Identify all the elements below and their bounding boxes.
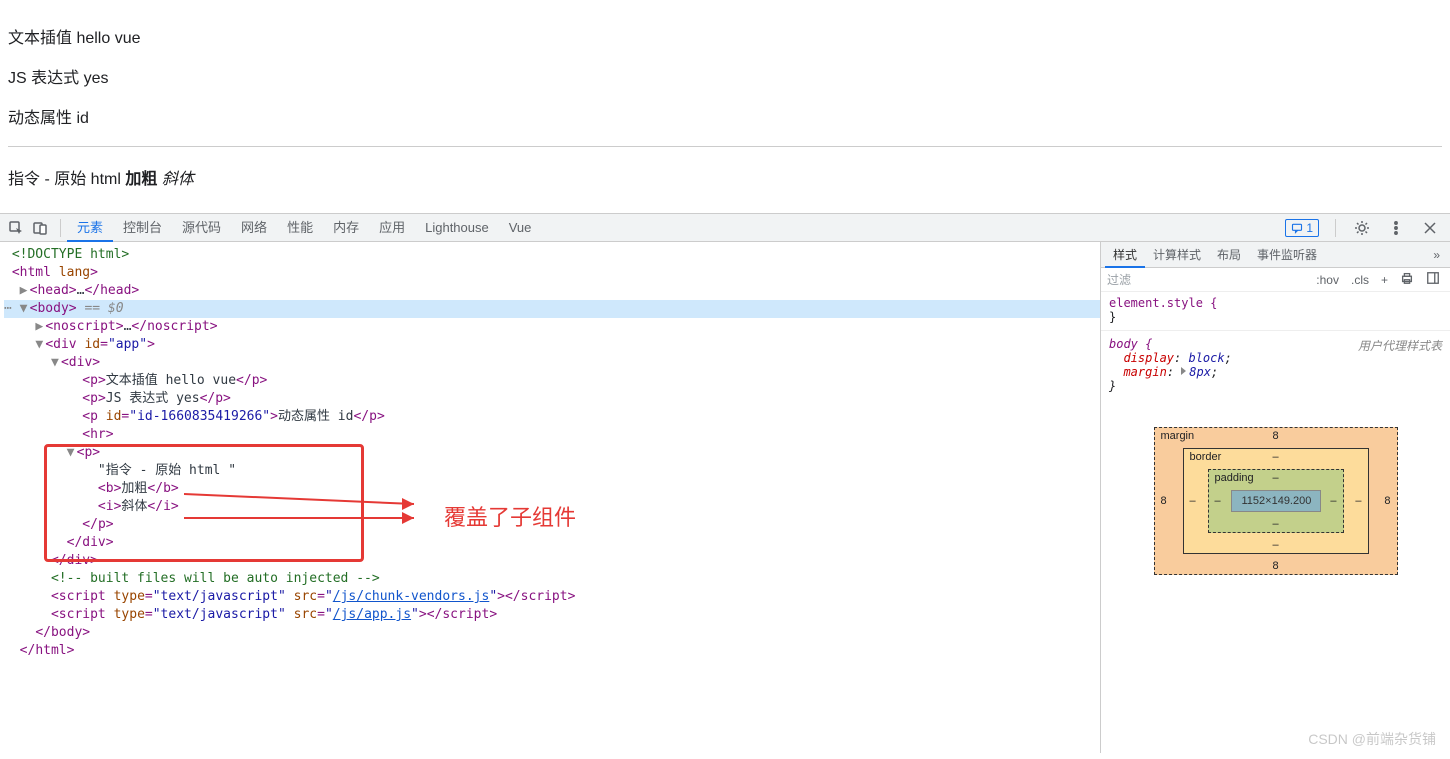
dom-b[interactable]: <b>加粗</b> — [4, 480, 1100, 498]
box-model[interactable]: margin 8 8 8 8 border ‒ ‒ ‒ ‒ padding — [1101, 397, 1450, 589]
tab-console[interactable]: 控制台 — [113, 214, 172, 242]
dom-div-inner[interactable]: ▼<div> — [4, 354, 1100, 372]
tab-elements[interactable]: 元素 — [67, 214, 113, 242]
dom-p3[interactable]: <p id="id-1660835419266">动态属性 id</p> — [4, 408, 1100, 426]
rule-margin[interactable]: margin: 8px; — [1109, 365, 1442, 379]
devtools-tabs: 元素 控制台 源代码 网络 性能 内存 应用 Lighthouse Vue — [67, 214, 1285, 242]
devtools-toolbar: 元素 控制台 源代码 网络 性能 内存 应用 Lighthouse Vue 1 — [0, 214, 1450, 242]
more-icon[interactable] — [1386, 218, 1406, 238]
highlighted-block: ▼<p> "指令 - 原始 html " <b>加粗</b> <i>斜体</i>… — [4, 444, 1100, 552]
dom-html-close[interactable]: </html> — [4, 642, 1100, 660]
toolbar-right: 1 — [1285, 218, 1444, 238]
bm-margin[interactable]: margin 8 8 8 8 border ‒ ‒ ‒ ‒ padding — [1154, 427, 1398, 575]
toolbar-separator — [60, 219, 61, 237]
tab-lighthouse[interactable]: Lighthouse — [415, 214, 499, 242]
tab-performance[interactable]: 性能 — [277, 214, 323, 242]
filter-input[interactable]: 过滤 — [1107, 271, 1308, 288]
rule-body[interactable]: 用户代理样式表body { — [1109, 337, 1442, 351]
line-dyn-attr: 动态属性 id — [8, 104, 1442, 128]
dom-p1[interactable]: <p>文本插值 hello vue</p> — [4, 372, 1100, 390]
devtools: 元素 控制台 源代码 网络 性能 内存 应用 Lighthouse Vue 1 — [0, 213, 1450, 753]
toolbar-separator-2 — [1335, 219, 1336, 237]
tab-sources[interactable]: 源代码 — [172, 214, 231, 242]
computed-toggle-icon[interactable] — [1422, 271, 1444, 288]
sub-tab-events[interactable]: 事件监听器 — [1249, 242, 1325, 268]
line-directive: 指令 - 原始 html 加粗 斜体 — [8, 165, 1442, 189]
dom-p2[interactable]: <p>JS 表达式 yes</p> — [4, 390, 1100, 408]
settings-icon[interactable] — [1352, 218, 1372, 238]
dom-comment[interactable]: <!-- built files will be auto injected -… — [4, 570, 1100, 588]
inspect-icon[interactable] — [6, 218, 26, 238]
new-rule-icon[interactable]: + — [1377, 273, 1392, 287]
styles-filter-row: 过滤 :hov .cls + — [1101, 268, 1450, 292]
tab-network[interactable]: 网络 — [231, 214, 277, 242]
bm-padding[interactable]: padding ‒ ‒ ‒ ‒ 1152×149.200 — [1208, 469, 1344, 533]
dom-html-open[interactable]: <html lang> — [4, 264, 1100, 282]
rendered-page: 文本插值 hello vue JS 表达式 yes 动态属性 id 指令 - 原… — [0, 0, 1450, 213]
messages-badge[interactable]: 1 — [1285, 219, 1319, 237]
dom-dir-text[interactable]: "指令 - 原始 html " — [4, 462, 1100, 480]
rule-close-1: } — [1109, 310, 1442, 324]
sub-tab-computed[interactable]: 计算样式 — [1145, 242, 1209, 268]
tab-memory[interactable]: 内存 — [323, 214, 369, 242]
line-js-expr: JS 表达式 yes — [8, 64, 1442, 88]
print-icon[interactable] — [1396, 271, 1418, 288]
dom-hr[interactable]: <hr> — [4, 426, 1100, 444]
device-toggle-icon[interactable] — [30, 218, 50, 238]
close-icon[interactable] — [1420, 218, 1440, 238]
dom-p-dir-open[interactable]: ▼<p> — [4, 444, 1100, 462]
dir-italic: 斜体 — [162, 171, 194, 188]
dom-div-app-close[interactable]: </div> — [4, 552, 1100, 570]
dom-script2[interactable]: <script type="text/javascript" src="/js/… — [4, 606, 1100, 624]
sub-tab-styles[interactable]: 样式 — [1105, 242, 1145, 268]
tab-vue[interactable]: Vue — [499, 214, 542, 242]
line-text-interp: 文本插值 hello vue — [8, 24, 1442, 48]
bm-border[interactable]: border ‒ ‒ ‒ ‒ padding ‒ ‒ ‒ ‒ 11 — [1183, 448, 1369, 554]
dom-div-app[interactable]: ▼<div id="app"> — [4, 336, 1100, 354]
messages-count: 1 — [1306, 221, 1313, 235]
styles-sub-tabs: 样式 计算样式 布局 事件监听器 » — [1101, 242, 1450, 268]
elements-panel[interactable]: <!DOCTYPE html> <html lang> ▶<head>…</he… — [0, 242, 1100, 753]
dom-div-inner-close[interactable]: </div> — [4, 534, 1100, 552]
dom-body-close[interactable]: </body> — [4, 624, 1100, 642]
dom-head[interactable]: ▶<head>…</head> — [4, 282, 1100, 300]
tab-application[interactable]: 应用 — [369, 214, 415, 242]
dom-script1[interactable]: <script type="text/javascript" src="/js/… — [4, 588, 1100, 606]
styles-panel: 样式 计算样式 布局 事件监听器 » 过滤 :hov .cls + elemen… — [1100, 242, 1450, 753]
hov-toggle[interactable]: :hov — [1312, 273, 1343, 287]
bm-content[interactable]: 1152×149.200 — [1231, 490, 1321, 512]
dom-noscript[interactable]: ▶<noscript>…</noscript> — [4, 318, 1100, 336]
dir-prefix: 指令 - 原始 html — [8, 171, 125, 188]
rule-element-style[interactable]: element.style { — [1109, 296, 1442, 310]
more-subtabs-icon[interactable]: » — [1427, 248, 1446, 262]
dir-bold: 加粗 — [125, 171, 157, 188]
divider — [8, 146, 1442, 147]
cls-toggle[interactable]: .cls — [1347, 273, 1373, 287]
dom-body-open[interactable]: ⋯ ▼<body> == $0 — [4, 300, 1100, 318]
sub-tab-layout[interactable]: 布局 — [1209, 242, 1249, 268]
annotation-text: 覆盖了子组件 — [444, 500, 576, 532]
rule-close-2: } — [1109, 379, 1442, 393]
style-rules[interactable]: element.style { } 用户代理样式表body { display:… — [1101, 292, 1450, 397]
dom-doctype[interactable]: <!DOCTYPE html> — [4, 246, 1100, 264]
